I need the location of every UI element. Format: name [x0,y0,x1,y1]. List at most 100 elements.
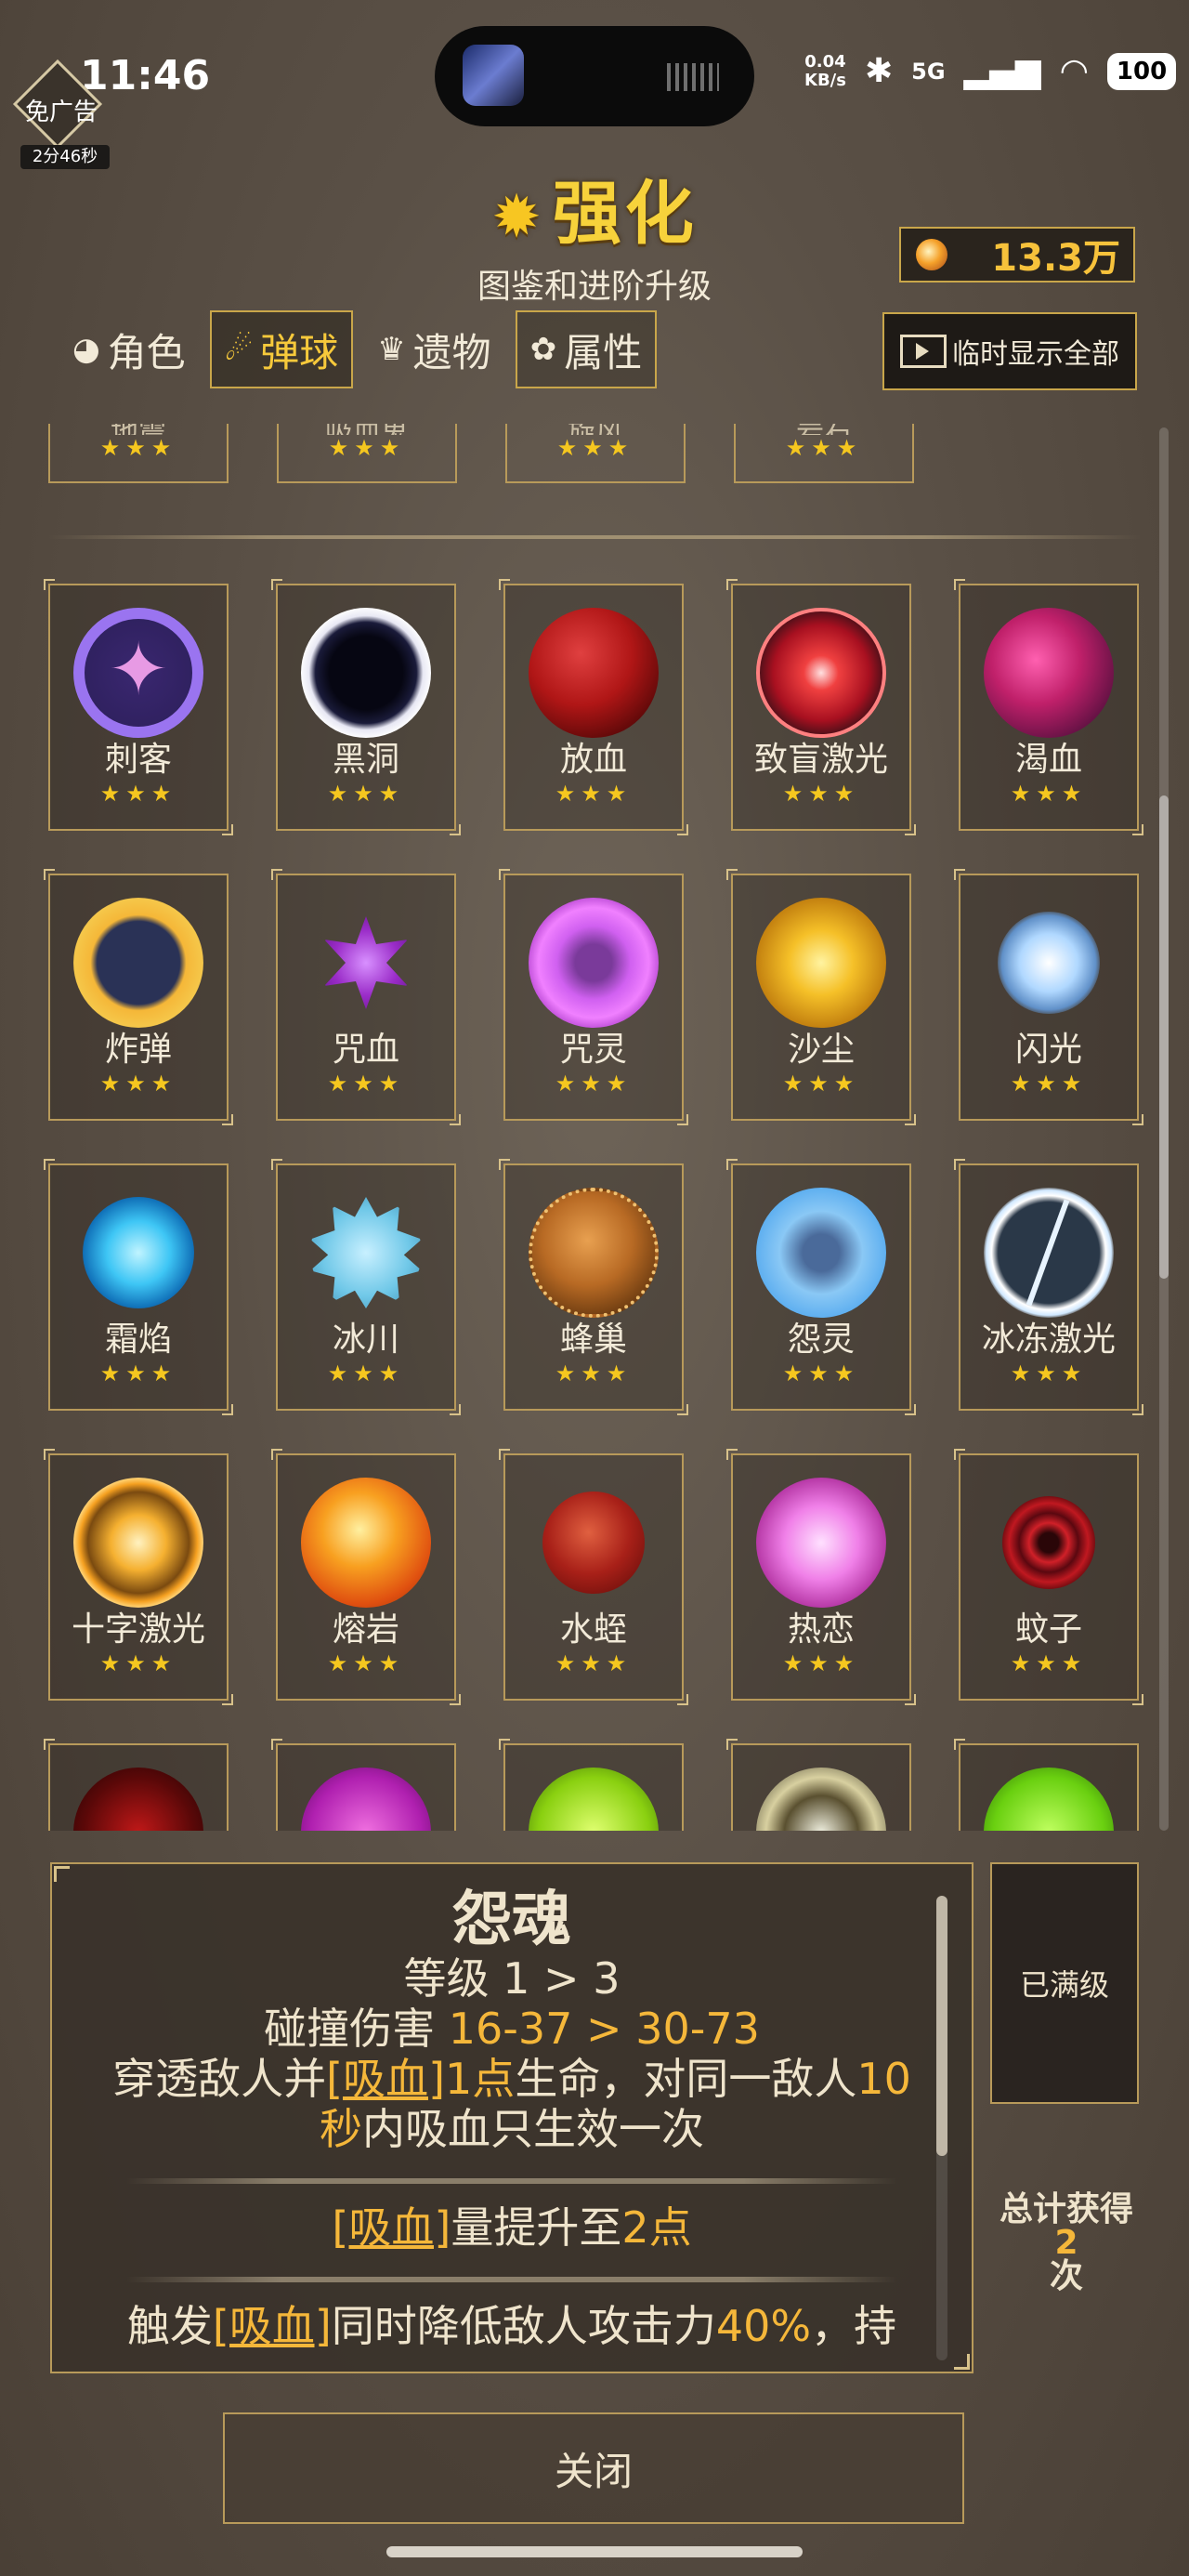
currency-display: 13.3万 [899,227,1135,283]
detail-content: 怨魂 等级 1 > 3 碰撞伤害 16-37 > 30-73 穿透敌人并[吸血]… [71,1886,953,2351]
ball-card[interactable]: 沙尘 ★★★ [726,869,916,1125]
ball-detail-panel[interactable]: 怨魂 等级 1 > 3 碰撞伤害 16-37 > 30-73 穿透敌人并[吸血]… [50,1862,973,2373]
category-tabs: ◕ 角色 ☄ 弹球 ♛ 遗物 ✿ 属性 [58,310,658,388]
ball-card[interactable] [954,1739,1139,1831]
ball-cards: 刺客★★★ 黑洞★★★ 放血★★★ 致盲激光★★★ 渴血★★★ 炸弹★★★ 咒血… [44,579,1143,1831]
ball-card[interactable]: 岩石★★★ [734,424,914,483]
ball-card[interactable]: 炸弹 ★★★ [44,869,233,1125]
grid-scrollbar-thumb[interactable] [1159,795,1169,1279]
lifesteal-keyword[interactable]: [吸血] [326,2054,445,2104]
sun-icon: ✹ [491,183,545,252]
home-indicator[interactable] [386,2546,803,2557]
bomb-orb-icon [73,898,203,1028]
ball-card[interactable]: 霜焰 ★★★ [44,1159,233,1415]
tab-ball[interactable]: ☄ 弹球 [209,310,354,388]
ball-card[interactable]: 水蛭 ★★★ [499,1449,688,1705]
ball-icon: ☄ [224,331,254,368]
total-obtained: 总计获得 2 次 [999,2190,1133,2295]
frost-flame-orb-icon [83,1197,194,1308]
leech-orb-icon [542,1492,645,1594]
ball-collection-grid[interactable]: 地震★★★ 吸血鬼★★★ 旋风★★★ 岩石★★★ 刺客★★★ 黑洞★★★ 放血★… [0,424,1189,1831]
lava-orb-icon [301,1478,431,1608]
ball-card[interactable]: 蜂巢 ★★★ [499,1159,688,1415]
ball-card[interactable]: 吸血鬼★★★ [277,424,457,483]
currency-amount: 13.3万 [991,237,1120,280]
ball-card[interactable]: 闪光 ★★★ [954,869,1143,1125]
wifi-icon: ◠ [1059,52,1090,90]
show-all-button[interactable]: 临时显示全部 [882,312,1137,390]
detail-title: 怨魂 [452,1886,571,1954]
character-icon: ◕ [72,331,100,368]
audio-wave-icon [667,63,719,91]
detail-divider [126,2277,897,2282]
detail-divider [126,2178,897,2184]
assassin-orb-icon [73,608,203,738]
wraith-orb-icon [756,1188,886,1318]
close-button[interactable]: 关闭 [223,2412,964,2524]
ball-card[interactable]: 十字激光 ★★★ [44,1449,233,1705]
glacier-orb-icon [310,1197,422,1308]
signal-label: 5G [911,58,946,85]
ball-card[interactable]: 熔岩 ★★★ [271,1449,461,1705]
lifesteal-keyword[interactable]: [吸血] [213,2301,332,2351]
flash-orb-icon [998,912,1100,1014]
ball-card[interactable]: 放血 ★★★ [499,579,688,835]
net-speed: 0.04 KB/s [804,51,846,90]
ball-card[interactable]: 旋风★★★ [505,424,686,483]
dynamic-island [435,26,754,126]
detail-level: 等级 1 > 3 [403,1953,621,2004]
now-playing-thumbnail [463,45,524,106]
status-icons: 0.04 KB/s ✱ 5G ▂▄▆ ◠ 100 [804,51,1177,90]
ball-card[interactable]: 渴血 ★★★ [954,579,1143,835]
ball-card[interactable]: 刺客★★★ [44,579,233,835]
ball-card[interactable]: 热恋 ★★★ [726,1449,916,1705]
partial-row: 地震★★★ 吸血鬼★★★ 旋风★★★ 岩石★★★ [48,424,914,483]
detail-description: 穿透敌人并[吸血]1点生命，对同一敌人10 秒内吸血只生效一次 [112,2054,911,2154]
ball-card[interactable]: 冰冻激光 ★★★ [954,1159,1143,1415]
curse-spirit-orb-icon [529,898,659,1028]
relic-icon: ♛ [377,331,406,368]
tab-character[interactable]: ◕ 角色 [58,310,201,388]
upgrade-1: [吸血]量提升至2点 [332,2202,692,2253]
beehive-orb-icon [529,1188,659,1318]
sandstorm-orb-icon [756,898,886,1028]
coin-icon [916,239,947,270]
ball-card[interactable] [726,1739,911,1831]
ball-card[interactable]: 地震★★★ [48,424,229,483]
tab-relic[interactable]: ♛ 遗物 [362,310,506,388]
battery-indicator: 100 [1107,52,1177,90]
green-orb-icon [984,1768,1114,1831]
upgrade-2: 触发[吸血]同时降低敌人攻击力40%，持 [126,2301,897,2351]
tab-attribute[interactable]: ✿ 属性 [515,310,658,388]
lifesteal-keyword[interactable]: [吸血] [332,2202,451,2253]
remove-ads-badge[interactable]: 免广告 2分46秒 [12,59,110,169]
detail-scrollbar-thumb[interactable] [936,1896,947,2156]
ball-card[interactable]: 黑洞 ★★★ [271,579,461,835]
detail-collision: 碰撞伤害 16-37 > 30-73 [264,2004,760,2054]
film-icon [900,335,947,368]
freeze-laser-orb-icon [984,1188,1114,1318]
ball-card[interactable]: 蚊子 ★★★ [954,1449,1143,1705]
ball-card[interactable] [44,1739,229,1831]
ball-card[interactable]: 致盲激光 ★★★ [726,579,916,835]
ball-card[interactable] [499,1739,684,1831]
ball-card[interactable]: 怨灵 ★★★ [726,1159,916,1415]
bloodthirst-orb-icon [984,608,1114,738]
attribute-icon: ✿ [529,331,557,368]
ball-card[interactable] [271,1739,456,1831]
marble-orb-icon [756,1768,886,1831]
ball-card[interactable]: 冰川 ★★★ [271,1159,461,1415]
section-divider [48,535,1141,539]
curse-blood-orb-icon [324,916,408,1009]
crimson-orb-icon [73,1768,203,1831]
magenta-orb-icon [301,1768,431,1831]
max-level-button[interactable]: 已满级 [990,1862,1139,2104]
ball-card[interactable]: 咒灵 ★★★ [499,869,688,1125]
lime-orb-icon [529,1768,659,1831]
cross-laser-orb-icon [73,1478,203,1608]
remove-ads-label: 免广告 [24,99,98,126]
black-hole-orb-icon [301,608,431,738]
bluetooth-icon: ✱ [864,52,894,90]
ball-card[interactable]: 咒血 ★★★ [271,869,461,1125]
bloodletting-orb-icon [529,608,659,738]
